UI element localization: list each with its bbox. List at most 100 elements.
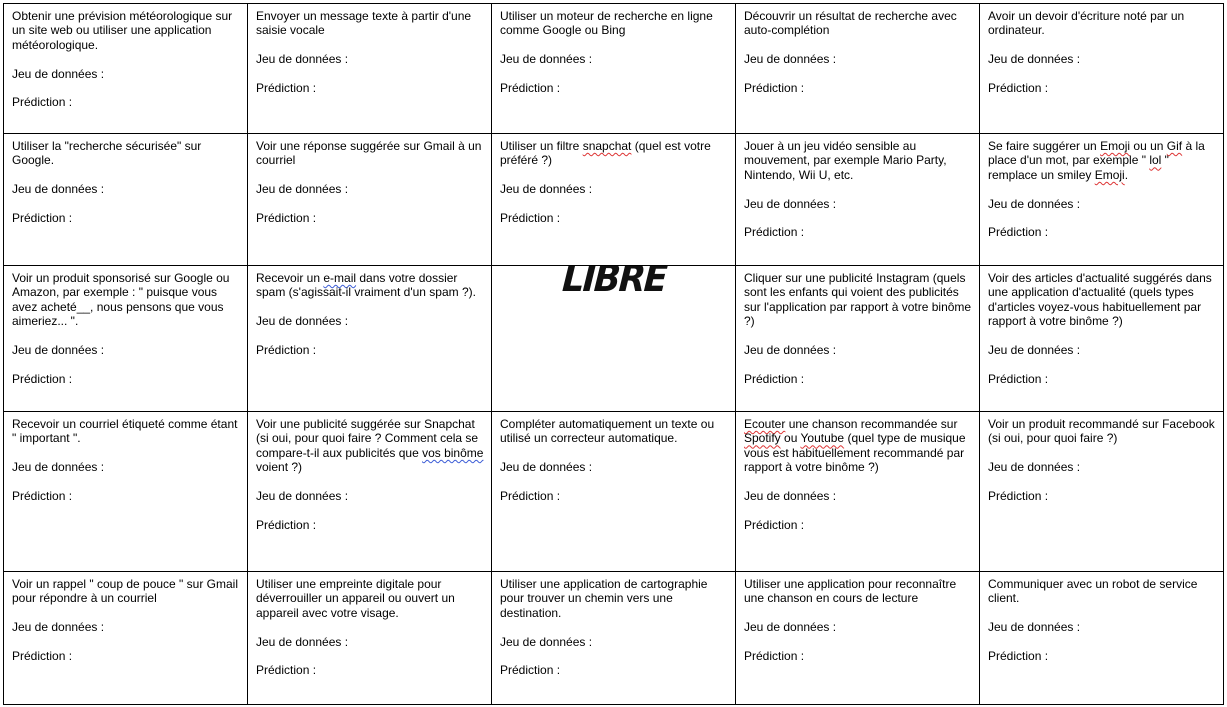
prediction-label: Prédiction : — [12, 211, 73, 225]
dataset-label: Jeu de données : — [256, 182, 349, 197]
spellcheck-word: Youtube — [800, 431, 845, 446]
prediction-label: Prédiction : — [744, 225, 805, 240]
description-text: Obtenir une prévision météorologique sur… — [12, 9, 233, 52]
prediction-label: Prédiction : — [988, 649, 1049, 663]
description-text: Voir un produit recommandé sur Facebook … — [988, 417, 1215, 446]
description-text: Jouer à un jeu vidéo sensible au mouveme… — [744, 139, 947, 182]
free-square-cell: LIBRE — [491, 265, 736, 412]
activity-description: Recevoir un courriel étiqueté comme étan… — [12, 417, 240, 446]
bingo-cell: Utiliser la "recherche sécurisée" sur Go… — [3, 133, 248, 266]
dataset-label: Jeu de données : — [988, 52, 1081, 67]
description-text: Cliquer sur une publicité Instagram (que… — [744, 271, 972, 329]
dataset-label: Jeu de données : — [12, 66, 105, 81]
spellcheck-word: Emoji — [1094, 167, 1125, 182]
bingo-cell: Utiliser une application de cartographie… — [491, 571, 736, 705]
dataset-label: Jeu de données : — [744, 196, 837, 211]
spellcheck-word: e-mail — [323, 271, 357, 285]
activity-description: Utiliser une application pour reconnaîtr… — [744, 577, 972, 606]
activity-description: Voir un produit sponsorisé sur Google ou… — [12, 271, 240, 329]
prediction-label: Prédiction : — [256, 663, 317, 678]
bingo-cell: Ecouter une chanson recommandée sur Spot… — [735, 411, 980, 572]
grid-row: Voir un rappel " coup de pouce " sur Gma… — [3, 571, 1224, 705]
grid-row: Recevoir un courriel étiqueté comme étan… — [3, 411, 1224, 572]
grid-row: Obtenir une prévision météorologique sur… — [3, 3, 1224, 134]
activity-description: Voir un produit recommandé sur Facebook … — [988, 417, 1216, 446]
prediction-label: Prédiction : — [12, 371, 73, 386]
dataset-label: Jeu de données : — [988, 343, 1081, 358]
spellcheck-word: Ecouter — [744, 417, 786, 431]
spellcheck-word: Spotify — [744, 431, 781, 446]
activity-description: Voir des articles d'actualité suggérés d… — [988, 271, 1216, 329]
activity-description: Ecouter une chanson recommandée sur Spot… — [744, 417, 972, 475]
activity-description: Utiliser une empreinte digitale pour dév… — [256, 577, 484, 620]
description-text: Utiliser un filtre — [500, 139, 583, 153]
activity-description: Se faire suggérer un Emoji ou un Gif à l… — [988, 139, 1216, 182]
description-text: Recevoir un courriel étiqueté comme étan… — [12, 417, 238, 446]
prediction-label: Prédiction : — [744, 81, 805, 95]
bingo-cell: Voir des articles d'actualité suggérés d… — [979, 265, 1224, 412]
description-text: Utiliser la "recherche sécurisée" sur Go… — [12, 139, 202, 168]
dataset-label: Jeu de données : — [988, 196, 1081, 211]
dataset-label: Jeu de données : — [500, 460, 593, 475]
activity-description: Utiliser la "recherche sécurisée" sur Go… — [12, 139, 240, 168]
dataset-label: Jeu de données : — [256, 52, 349, 67]
bingo-cell: Utiliser un moteur de recherche en ligne… — [491, 3, 736, 134]
description-text: . — [1124, 167, 1129, 182]
spellcheck-word: Gif — [1166, 139, 1183, 153]
description-text: Recevoir un — [256, 271, 324, 285]
description-text: Voir des articles d'actualité suggérés d… — [988, 271, 1212, 329]
prediction-label: Prédiction : — [988, 81, 1049, 95]
bingo-cell: Recevoir un e-mail dans votre dossier sp… — [247, 265, 492, 412]
spellcheck-word: vos binôme — [422, 445, 484, 460]
description-text: Compléter automatiquement un texte ou ut… — [500, 417, 715, 446]
prediction-label: Prédiction : — [744, 649, 805, 663]
bingo-cell: Voir un produit recommandé sur Facebook … — [979, 411, 1224, 572]
dataset-label: Jeu de données : — [500, 634, 593, 649]
dataset-label: Jeu de données : — [256, 314, 349, 329]
dataset-label: Jeu de données : — [12, 620, 105, 635]
dataset-label: Jeu de données : — [744, 343, 837, 358]
activity-description: Cliquer sur une publicité Instagram (que… — [744, 271, 972, 329]
bingo-grid: Obtenir une prévision météorologique sur… — [3, 3, 1224, 705]
dataset-label: Jeu de données : — [500, 182, 593, 197]
activity-description: Compléter automatiquement un texte ou ut… — [500, 417, 728, 446]
description-text: une chanson recommandée sur — [785, 417, 958, 431]
bingo-cell: Utiliser une application pour reconnaîtr… — [735, 571, 980, 705]
bingo-cell: Utiliser une empreinte digitale pour dév… — [247, 571, 492, 705]
activity-description: Voir une publicité suggérée sur Snapchat… — [256, 417, 484, 475]
prediction-label: Prédiction : — [500, 211, 561, 225]
bingo-cell: Recevoir un courriel étiqueté comme étan… — [3, 411, 248, 572]
activity-description: Utiliser un moteur de recherche en ligne… — [500, 9, 728, 38]
bingo-cell: Voir un produit sponsorisé sur Google ou… — [3, 265, 248, 412]
description-text: Se faire suggérer un — [988, 139, 1101, 153]
description-text: Voir un produit sponsorisé sur Google ou… — [12, 271, 230, 329]
activity-description: Obtenir une prévision météorologique sur… — [12, 9, 240, 52]
activity-description: Découvrir un résultat de recherche avec … — [744, 9, 972, 38]
description-text: Utiliser une application de cartographie… — [500, 577, 708, 620]
description-text: Avoir un devoir d'écriture noté par un o… — [988, 9, 1185, 38]
prediction-label: Prédiction : — [12, 489, 73, 503]
prediction-label: Prédiction : — [988, 371, 1049, 386]
description-text: Utiliser un moteur de recherche en ligne… — [500, 9, 713, 38]
prediction-label: Prédiction : — [256, 343, 317, 357]
dataset-label: Jeu de données : — [744, 52, 837, 67]
activity-description: Voir une réponse suggérée sur Gmail à un… — [256, 139, 484, 168]
prediction-label: Prédiction : — [12, 95, 73, 110]
activity-description: Utiliser une application de cartographie… — [500, 577, 728, 620]
prediction-label: Prédiction : — [500, 81, 561, 95]
prediction-label: Prédiction : — [744, 371, 805, 386]
grid-row: Utiliser la "recherche sécurisée" sur Go… — [3, 133, 1224, 266]
dataset-label: Jeu de données : — [744, 620, 837, 635]
prediction-label: Prédiction : — [500, 663, 561, 678]
bingo-cell: Obtenir une prévision météorologique sur… — [3, 3, 248, 134]
description-text: ou — [780, 431, 801, 446]
bingo-cell: Utiliser un filtre snapchat (quel est vo… — [491, 133, 736, 266]
prediction-label: Prédiction : — [256, 517, 317, 532]
description-text: Utiliser une empreinte digitale pour dév… — [256, 577, 455, 620]
description-text: Utiliser une application pour reconnaîtr… — [744, 577, 957, 606]
prediction-label: Prédiction : — [256, 81, 317, 95]
activity-description: Utiliser un filtre snapchat (quel est vo… — [500, 139, 728, 168]
bingo-cell: Se faire suggérer un Emoji ou un Gif à l… — [979, 133, 1224, 266]
description-text: Voir un rappel " coup de pouce " sur Gma… — [12, 577, 238, 606]
spellcheck-word: Emoji — [1100, 139, 1131, 153]
